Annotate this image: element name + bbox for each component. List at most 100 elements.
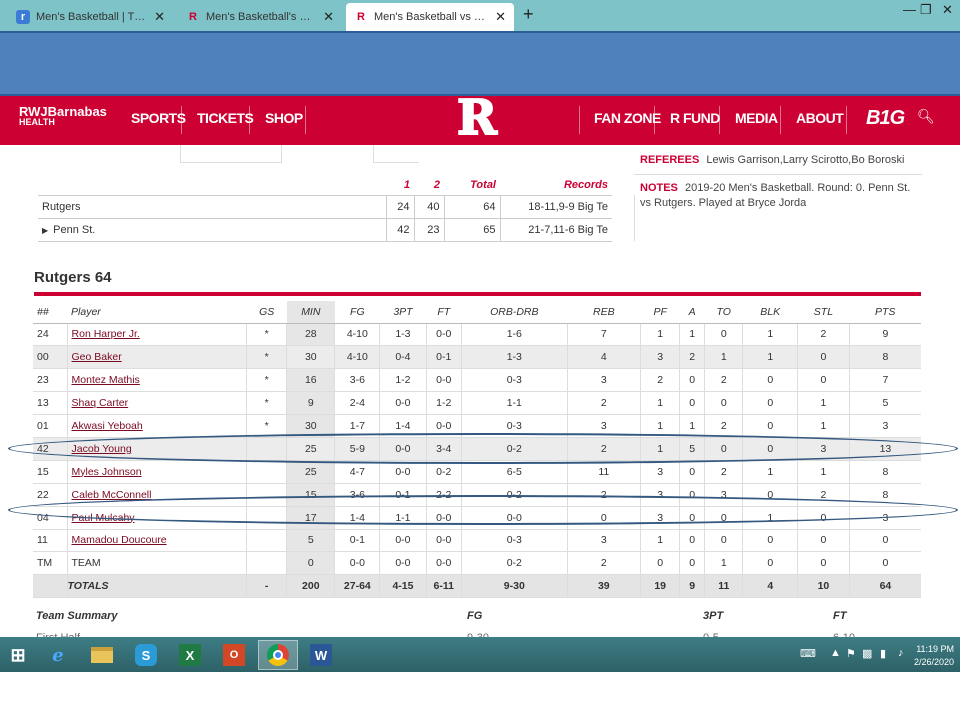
stat-a: 0 [679, 551, 705, 576]
column-header-pf[interactable]: PF [640, 301, 680, 324]
nav-divider [579, 106, 580, 134]
column-header-blk[interactable]: BLK [742, 301, 798, 324]
network-signal-icon[interactable]: ▩ [862, 647, 872, 660]
player-name-link[interactable]: Ron Harper Jr. [72, 328, 140, 340]
stat-reb: 11 [566, 460, 641, 484]
stat-blk: 1 [742, 345, 798, 370]
player-name-link[interactable]: Myles Johnson [72, 466, 142, 478]
linescore-2nd-half: 23 [413, 217, 444, 242]
stat-stl: 2 [797, 323, 850, 347]
big-ten-logo[interactable]: B1G [866, 107, 905, 130]
summary-row: First Half 9-30 0-5 6-10 [33, 628, 921, 637]
player-name-link[interactable]: Montez Mathis [72, 374, 140, 386]
nav-divider [846, 106, 847, 134]
column-header-reb[interactable]: REB [567, 301, 641, 324]
nav-tickets[interactable]: TICKETS [197, 110, 254, 126]
restore-icon[interactable]: ❐ [920, 2, 932, 18]
internet-explorer-icon[interactable]: e [42, 640, 74, 670]
expand-caret-icon[interactable]: ▶ [42, 226, 48, 235]
column-header-gs[interactable]: GS [246, 301, 287, 324]
stat-pts: 0 [848, 551, 921, 576]
close-tab-icon[interactable]: ✕ [323, 9, 334, 25]
column-header-min[interactable]: MIN [286, 301, 335, 324]
windows-start-icon[interactable]: ⊞ [2, 640, 34, 670]
browser-tab-2[interactable]: R Men's Basketball's Furious Come ✕ [178, 3, 342, 31]
player-name-link[interactable]: Mamadou Doucoure [72, 534, 167, 546]
word-icon[interactable]: W [305, 640, 337, 670]
nav-r-fund[interactable]: R FUND [670, 110, 720, 126]
stat-num: 24 [33, 323, 68, 347]
player-name-cell: Myles Johnson [66, 460, 247, 484]
column-header-player[interactable]: Player [67, 301, 247, 324]
column-header-3pt[interactable]: 3PT [379, 301, 427, 324]
linescore-header-1st: 1 [403, 178, 410, 191]
column-header-to[interactable]: TO [704, 301, 743, 324]
keyboard-icon[interactable]: ⌨ [800, 647, 816, 660]
stat-pts: 7 [848, 368, 921, 393]
stat-to: 1 [704, 551, 743, 576]
action-flag-icon[interactable]: ⚑ [846, 647, 856, 660]
chrome-icon[interactable] [258, 640, 298, 670]
linescore-1st-half: 42 [385, 217, 414, 242]
linescore-team-cell[interactable]: ▶ Penn St. [38, 217, 386, 242]
new-tab-button[interactable]: + [523, 4, 534, 25]
close-window-icon[interactable]: ✕ [942, 2, 953, 18]
player-name-link[interactable]: Shaq Carter [72, 397, 129, 409]
linescore-header-2nd: 2 [433, 178, 440, 191]
player-row: TM TEAM 0 0-0 0-0 0-0 0-2 2 0 0 1 0 0 0 [33, 551, 921, 576]
office-icon[interactable]: O [218, 640, 250, 670]
stat-gs [246, 551, 287, 576]
box-score-page: 1 2 Total Records Rutgers 24 40 64 18-11… [0, 145, 960, 637]
minimize-icon[interactable]: — [903, 2, 916, 17]
skype-icon[interactable]: S [130, 640, 162, 670]
linescore-1st-half: 24 [385, 194, 414, 219]
battery-icon[interactable]: ▮ [880, 647, 886, 660]
nav-sports[interactable]: SPORTS [131, 110, 186, 126]
column-header-a[interactable]: A [679, 301, 705, 324]
summary-header-fg: FG [467, 610, 483, 622]
column-header-fg[interactable]: FG [334, 301, 380, 324]
player-name-link[interactable]: Akwasi Yeboah [72, 420, 143, 432]
search-icon[interactable]: 🔍︎ [917, 108, 935, 125]
column-header-orb-drb[interactable]: ORB-DRB [461, 301, 568, 324]
stat-gs [246, 460, 287, 484]
column-header-ft[interactable]: FT [426, 301, 462, 324]
column-header-pts[interactable]: PTS [849, 301, 921, 324]
stat-stl: 1 [797, 391, 850, 416]
column-header-stl[interactable]: STL [797, 301, 850, 324]
excel-icon[interactable]: X [174, 640, 206, 670]
volume-icon[interactable]: ♪ [898, 647, 904, 659]
notes-label: NOTES [640, 182, 678, 194]
stat-gs: * [246, 345, 287, 370]
nav-divider [249, 106, 250, 134]
player-name-link[interactable]: Geo Baker [72, 351, 122, 363]
browser-tab-1[interactable]: r Men's Basketball | TheKnightRep ✕ [8, 3, 173, 31]
linescore-header-records: Records [563, 178, 608, 191]
column-header-num[interactable]: ## [33, 301, 68, 324]
nav-about[interactable]: ABOUT [796, 110, 844, 126]
highlight-ellipse-jacob-young [8, 433, 958, 464]
total-player: TOTALS [66, 574, 247, 599]
stat-reb: 2 [566, 391, 641, 416]
file-explorer-icon[interactable] [86, 640, 118, 670]
stat-min: 30 [286, 345, 335, 370]
nav-media[interactable]: MEDIA [735, 110, 778, 126]
stat-to: 0 [704, 529, 743, 553]
stat-3pt: 1-2 [379, 368, 427, 393]
stat-gs: * [246, 323, 287, 347]
show-hidden-icons-icon[interactable]: ▲ [830, 647, 841, 659]
player-name-cell: Geo Baker [66, 345, 247, 370]
stat-min: 25 [286, 460, 335, 484]
nav-shop[interactable]: SHOP [265, 110, 303, 126]
browser-tab-3-active[interactable]: R Men's Basketball vs Penn State U ✕ [346, 3, 514, 31]
stat-pf: 3 [640, 460, 680, 484]
rutgers-r-logo[interactable]: R [454, 92, 500, 144]
sponsor-logo[interactable]: RWJBarnabas HEALTH [19, 105, 107, 128]
player-row: 00 Geo Baker * 30 4-10 0-4 0-1 1-3 4 3 2 1 1 0 8 [33, 345, 921, 370]
close-tab-icon[interactable]: ✕ [495, 9, 506, 25]
linescore-row: Rutgers 24 40 64 18-11,9-9 Big Te [38, 194, 612, 219]
system-clock[interactable]: 11:19 PM 2/26/2020 [914, 643, 954, 669]
close-tab-icon[interactable]: ✕ [154, 9, 165, 25]
stat-ft: 0-0 [425, 323, 462, 347]
nav-fan-zone[interactable]: FAN ZONE [594, 110, 661, 126]
